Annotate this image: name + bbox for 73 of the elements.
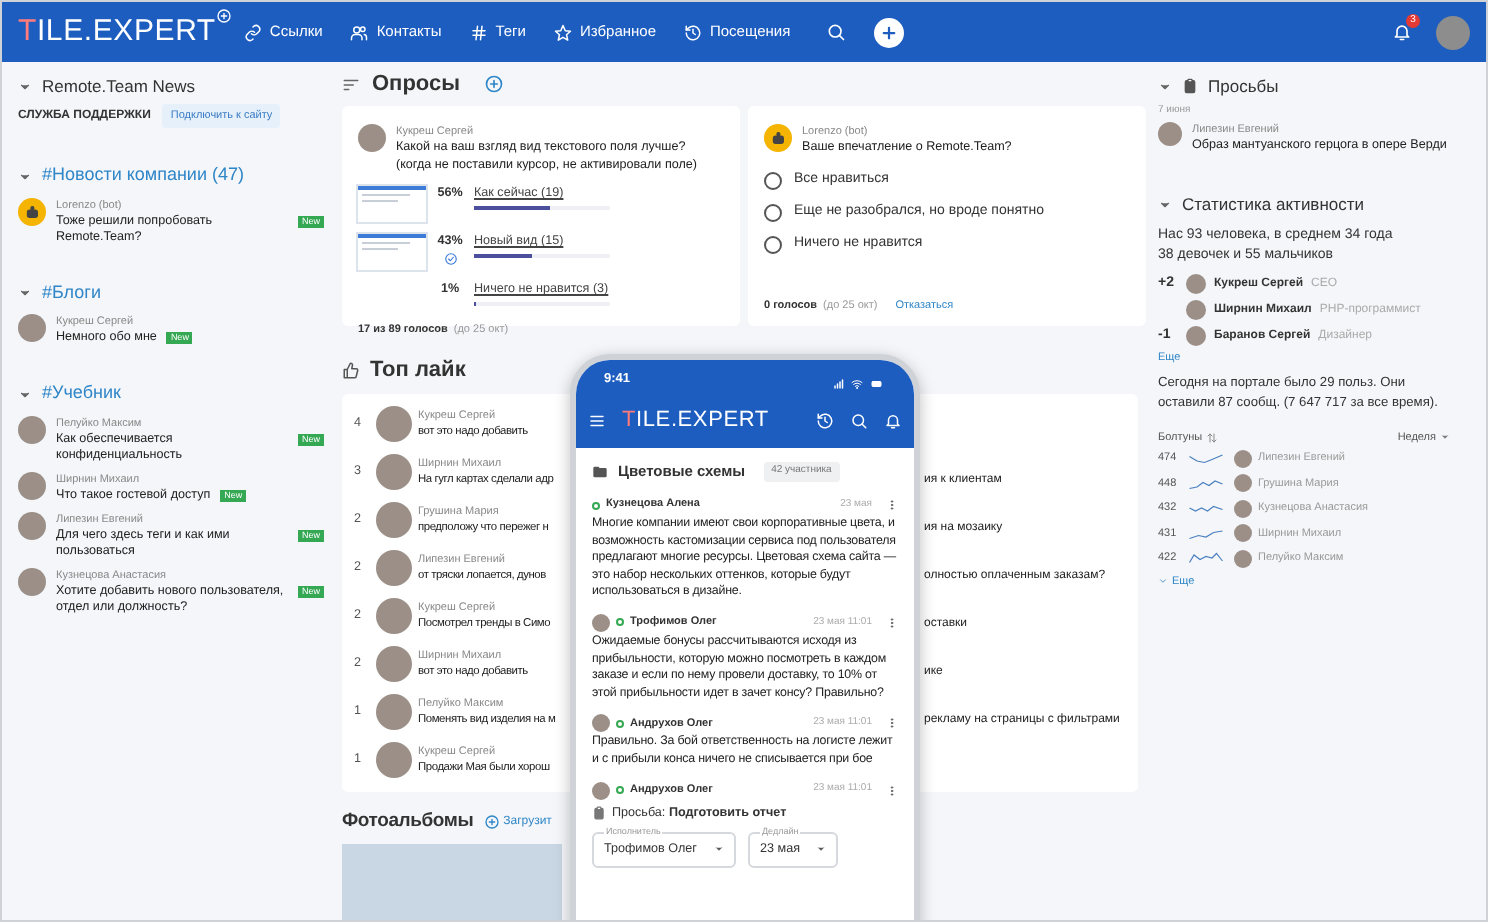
- sparkline-drawing: [1188, 502, 1224, 515]
- radio-button[interactable]: [764, 172, 782, 190]
- section-heading[interactable]: Просьбы: [1208, 73, 1279, 99]
- avatar: [376, 454, 412, 490]
- history-icon: [684, 23, 702, 41]
- hashtag-heading[interactable]: #Учебник: [42, 380, 121, 408]
- caret-icon: [714, 843, 724, 854]
- history-icon[interactable]: [816, 411, 834, 429]
- more-icon[interactable]: [886, 498, 898, 512]
- section-heading[interactable]: Статистика активности: [1182, 192, 1365, 218]
- search-icon[interactable]: [850, 411, 868, 429]
- bell-icon[interactable]: [1392, 22, 1412, 42]
- clipboard-icon: [1182, 78, 1198, 94]
- avatar: [18, 511, 46, 540]
- caret-icon[interactable]: [18, 387, 32, 401]
- menu-icon[interactable]: [588, 411, 606, 429]
- signal-icon: [832, 378, 846, 390]
- caret-icon[interactable]: [18, 79, 32, 93]
- caret-icon[interactable]: [18, 286, 32, 300]
- section-heading: Опросы: [372, 69, 461, 100]
- caret-icon: [816, 843, 826, 854]
- chevron-down-icon: [1158, 576, 1168, 587]
- hashtag-heading[interactable]: #Новости компании (47): [42, 162, 244, 190]
- more-icon[interactable]: [886, 716, 898, 731]
- logo[interactable]: TILE.EXPERT: [18, 9, 216, 55]
- channel-title[interactable]: Remote.Team News: [42, 73, 196, 99]
- robot-icon: [23, 203, 41, 220]
- robot-icon: [769, 129, 787, 147]
- plus-circle-icon[interactable]: [484, 74, 505, 94]
- plus-circle-icon[interactable]: [483, 814, 500, 831]
- sort-icon[interactable]: [1206, 431, 1219, 444]
- hashtag-icon: [469, 23, 488, 41]
- add-button[interactable]: [874, 17, 905, 47]
- thumbs-up-icon: [342, 361, 360, 379]
- link-icon: [243, 23, 262, 41]
- battery-icon: [868, 378, 886, 390]
- more-icon[interactable]: [886, 615, 898, 630]
- people-icon: [350, 23, 369, 41]
- avatar: [358, 124, 386, 152]
- section-heading: Топ лайк: [370, 355, 466, 386]
- avatar: [1158, 121, 1182, 145]
- avatar: [376, 694, 412, 730]
- bell-icon[interactable]: [884, 411, 902, 429]
- sparkline-drawing: [1188, 452, 1224, 465]
- caret-icon: [1440, 432, 1450, 443]
- avatar: [376, 406, 412, 442]
- avatar: [18, 567, 46, 596]
- sparkline-drawing: [1188, 477, 1224, 490]
- section-heading: Фотоальбомы: [342, 808, 474, 836]
- avatar: [18, 471, 46, 500]
- avatar: [18, 314, 46, 343]
- avatar: [18, 415, 46, 444]
- plus-icon: [880, 23, 899, 41]
- list-filter-icon[interactable]: [342, 75, 360, 93]
- clipboard-icon: [592, 805, 606, 820]
- sparkline-drawing: [1188, 527, 1224, 540]
- radio-button[interactable]: [764, 236, 782, 254]
- search-icon[interactable]: [826, 22, 847, 42]
- folder-icon: [592, 464, 608, 480]
- avatar: [376, 646, 412, 682]
- caret-icon[interactable]: [1158, 198, 1172, 212]
- avatar: [376, 502, 412, 538]
- caret-icon[interactable]: [1158, 79, 1172, 93]
- avatar: [376, 550, 412, 586]
- avatar: [376, 742, 412, 778]
- sparkline-drawing: [1188, 552, 1224, 565]
- star-icon: [553, 23, 572, 41]
- hashtag-heading[interactable]: #Блоги: [42, 279, 101, 307]
- more-icon[interactable]: [886, 783, 898, 798]
- avatar: [376, 598, 412, 634]
- caret-icon[interactable]: [18, 169, 32, 183]
- radio-button[interactable]: [764, 204, 782, 222]
- wifi-icon: [850, 378, 864, 390]
